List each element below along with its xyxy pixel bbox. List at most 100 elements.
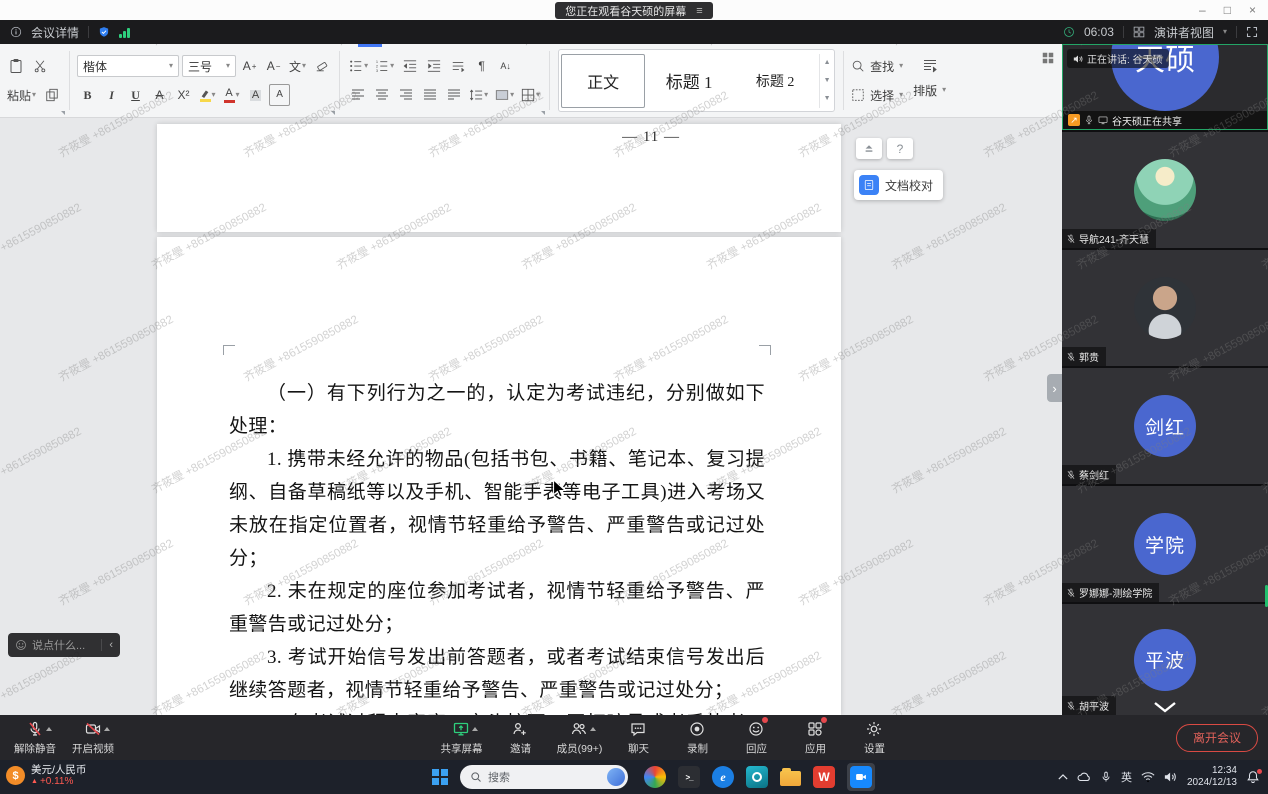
- document-canvas[interactable]: — 11 — （一）有下列行为之一的，认定为考试违纪，分别做如下处理： 1. 携…: [0, 118, 1062, 715]
- apps-button[interactable]: 应用: [790, 715, 840, 760]
- reactions-button[interactable]: 回应: [731, 715, 781, 760]
- security-shield-icon[interactable]: [98, 26, 110, 38]
- emoji-icon[interactable]: [15, 639, 27, 651]
- collapse-chat-icon[interactable]: ‹: [101, 639, 113, 651]
- video-tile[interactable]: 导航241-齐天慧: [1062, 132, 1268, 248]
- video-tile[interactable]: 学院 罗娜娜-测绘学院: [1062, 486, 1268, 602]
- paragraph-mark-button[interactable]: ¶: [471, 55, 492, 77]
- shrink-font-button[interactable]: A−: [263, 55, 284, 77]
- eject-icon[interactable]: [856, 138, 882, 159]
- file-explorer-icon[interactable]: [780, 771, 801, 786]
- bullet-list-button[interactable]: ▾: [347, 55, 370, 77]
- volume-icon[interactable]: [1164, 770, 1178, 784]
- font-size-select[interactable]: 三号▾: [182, 55, 236, 77]
- fullscreen-icon[interactable]: [1246, 26, 1258, 38]
- dialog-launcher-icon[interactable]: [541, 111, 545, 115]
- leave-meeting-button[interactable]: 离开会议: [1176, 724, 1258, 752]
- wifi-icon[interactable]: [1141, 770, 1155, 784]
- expand-handle[interactable]: ›: [1047, 374, 1062, 402]
- numbered-list-button[interactable]: 123▾: [373, 55, 396, 77]
- video-tile[interactable]: 剑红 蔡剑红: [1062, 368, 1268, 484]
- chevron-up-icon[interactable]: [46, 727, 52, 731]
- align-center-button[interactable]: [371, 84, 392, 106]
- copy-icon[interactable]: [41, 84, 62, 106]
- distribute-button[interactable]: [443, 84, 464, 106]
- taskbar-news-widget[interactable]: $ 美元/人民币 ▲+0.11%: [6, 764, 86, 788]
- ribbon-tools-icon[interactable]: [1042, 52, 1054, 64]
- style-heading-2[interactable]: 标题 2: [733, 54, 817, 108]
- align-right-button[interactable]: [395, 84, 416, 106]
- align-left-button[interactable]: [347, 84, 368, 106]
- video-tile[interactable]: 郭贵: [1062, 250, 1268, 366]
- chat-button[interactable]: 聊天: [613, 715, 663, 760]
- chevron-up-icon[interactable]: [472, 727, 478, 731]
- share-screen-button[interactable]: 共享屏幕: [436, 715, 486, 760]
- paste-button[interactable]: 粘贴▾: [5, 84, 38, 106]
- view-mode-select[interactable]: 演讲者视图: [1154, 24, 1214, 41]
- meeting-app-active[interactable]: [847, 763, 875, 791]
- style-heading-1[interactable]: 标题 1: [647, 54, 731, 108]
- browser-icon[interactable]: [644, 766, 666, 788]
- italic-button[interactable]: I: [101, 84, 122, 106]
- underline-button[interactable]: U: [125, 84, 146, 106]
- paste-icon-button[interactable]: [5, 55, 26, 77]
- clear-format-button[interactable]: [311, 55, 332, 77]
- grow-font-button[interactable]: A+: [239, 55, 260, 77]
- taskbar-search[interactable]: 搜索: [460, 765, 628, 789]
- cut-icon[interactable]: [29, 55, 50, 77]
- char-shading-button[interactable]: A: [245, 84, 266, 106]
- style-normal[interactable]: 正文: [561, 54, 645, 108]
- mic-tray-icon[interactable]: [1100, 771, 1112, 783]
- find-button[interactable]: 查找▾: [851, 53, 903, 79]
- scroll-down-icon[interactable]: ▼: [824, 77, 831, 84]
- clock[interactable]: 12:34 2024/12/13: [1187, 765, 1237, 790]
- cloud-icon[interactable]: [1077, 770, 1091, 784]
- start-button[interactable]: [432, 769, 448, 785]
- members-button[interactable]: 成员(99+): [554, 715, 604, 760]
- maximize-button[interactable]: □: [1224, 3, 1231, 17]
- teal-app-icon[interactable]: [746, 766, 768, 788]
- sort-button[interactable]: A↓: [495, 55, 516, 77]
- font-color-button[interactable]: A▾: [221, 84, 242, 106]
- video-tile-host[interactable]: 天硕 正在讲话: 谷天硕 ↗ 谷天硕正在共享: [1062, 44, 1268, 130]
- highlight-button[interactable]: ▾: [197, 84, 218, 106]
- select-button[interactable]: 选择▾: [851, 82, 903, 108]
- line-spacing-button[interactable]: ▾: [467, 84, 490, 106]
- document-page-previous[interactable]: — 11 —: [157, 124, 841, 232]
- help-icon[interactable]: ?: [887, 138, 913, 159]
- chevron-up-icon[interactable]: [104, 727, 110, 731]
- video-tile[interactable]: 平波 胡平波: [1062, 604, 1268, 715]
- edge-browser-icon[interactable]: e: [712, 766, 734, 788]
- dialog-launcher-icon[interactable]: [331, 111, 335, 115]
- document-page-current[interactable]: （一）有下列行为之一的，认定为考试违纪，分别做如下处理： 1. 携带未经允许的物…: [157, 237, 841, 715]
- start-video-button[interactable]: 开启视频: [68, 715, 118, 760]
- phonetic-guide-button[interactable]: 文▾: [287, 55, 308, 77]
- terminal-icon[interactable]: >_: [678, 766, 700, 788]
- dialog-launcher-icon[interactable]: [61, 111, 65, 115]
- chevron-up-icon[interactable]: [590, 727, 596, 731]
- bold-button[interactable]: B: [77, 84, 98, 106]
- chevron-down-icon[interactable]: ▾: [1223, 28, 1227, 36]
- borders-button[interactable]: ▾: [519, 84, 542, 106]
- unmute-button[interactable]: 解除静音: [10, 715, 60, 760]
- meeting-detail-link[interactable]: 会议详情: [31, 24, 79, 41]
- document-body[interactable]: （一）有下列行为之一的，认定为考试违纪，分别做如下处理： 1. 携带未经允许的物…: [157, 237, 841, 715]
- strikethrough-button[interactable]: A: [149, 84, 170, 106]
- minimize-button[interactable]: –: [1199, 3, 1206, 17]
- invite-button[interactable]: 邀请: [495, 715, 545, 760]
- notification-bell[interactable]: [1246, 770, 1260, 784]
- settings-button[interactable]: 设置: [849, 715, 899, 760]
- superscript-button[interactable]: X²: [173, 84, 194, 106]
- shading-button[interactable]: ▾: [493, 84, 516, 106]
- hidden-icons-chevron[interactable]: [1058, 772, 1068, 782]
- wps-icon[interactable]: W: [813, 766, 835, 788]
- watching-banner[interactable]: 您正在观看谷天硕的屏幕 ≡: [555, 2, 712, 19]
- increase-indent-button[interactable]: [423, 55, 444, 77]
- justify-button[interactable]: [419, 84, 440, 106]
- layout-button[interactable]: 排版▾: [913, 77, 946, 103]
- banner-menu-icon[interactable]: ≡: [696, 5, 702, 17]
- proofread-panel[interactable]: 文档校对: [854, 170, 943, 200]
- text-direction-button[interactable]: [447, 55, 468, 77]
- styles-gallery-arrows[interactable]: ▲▼▼: [819, 54, 834, 108]
- more-styles-icon[interactable]: ▼: [824, 95, 831, 102]
